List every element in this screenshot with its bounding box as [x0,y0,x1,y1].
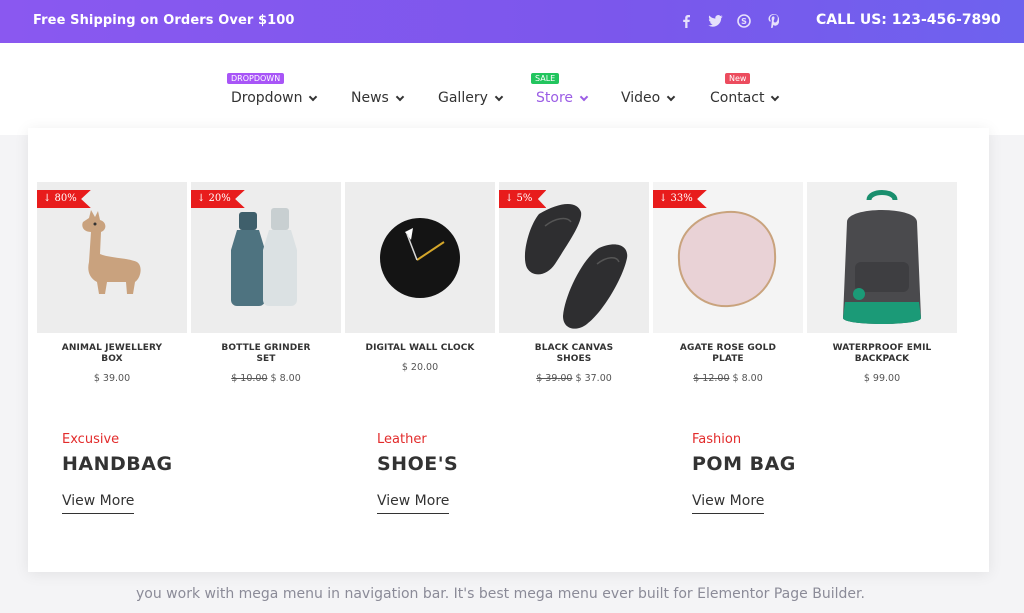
mega-menu-panel: ↓ 80% ANIMAL JEWELLERY BOX $ 39.00 ↓ 20% [28,128,989,572]
facebook-icon[interactable] [678,12,694,30]
product-image[interactable] [807,182,957,333]
product-name[interactable]: ANIMAL JEWELLERY BOX [37,343,187,365]
product-card[interactable]: ↓ 33% AGATE ROSE GOLD PLATE $ 12.00 $ 8.… [653,182,803,384]
product-image[interactable]: ↓ 80% [37,182,187,333]
nav-item-news[interactable]: News [351,90,405,106]
new-badge: New [725,73,751,84]
product-card[interactable]: ↓ 5% BLACK CANVAS SHOES $ 39.00 $ 37.00 [499,182,649,384]
promo-category: Fashion [692,432,742,447]
sale-badge: SALE [531,73,560,84]
current-price: $ 37.00 [575,373,612,384]
product-price: $ 39.00 $ 37.00 [499,373,649,384]
old-price: $ 10.00 [231,373,268,384]
nav-item-label: Dropdown [231,90,303,106]
main-navigation: DROPDOWN Dropdown News Gallery SALE Stor… [0,43,1024,135]
call-us-text: CALL US: 123-456-7890 [816,12,1001,28]
twitter-icon[interactable] [707,12,723,30]
product-price: $ 39.00 [37,373,187,384]
chevron-down-icon [309,92,318,101]
chevron-down-icon [666,92,676,101]
product-card[interactable]: DIGITAL WALL CLOCK $ 20.00 [345,182,495,384]
nav-item-video[interactable]: Video [621,90,676,106]
product-name[interactable]: BOTTLE GRINDER SET [191,343,341,365]
old-price: $ 12.00 [693,373,730,384]
view-more-link[interactable]: View More [62,493,135,514]
promo-handbag: Excusive HANDBAG View More [62,432,173,514]
view-more-link[interactable]: View More [377,493,450,514]
product-image[interactable]: ↓ 33% [653,182,803,333]
skype-icon[interactable]: S [736,12,752,30]
nav-item-label: Store [536,90,574,106]
dropdown-badge: DROPDOWN [227,73,285,84]
free-shipping-text: Free Shipping on Orders Over $100 [33,13,295,28]
nav-item-label: Video [621,90,661,106]
current-price: $ 8.00 [270,373,301,384]
top-bar: Free Shipping on Orders Over $100 S CALL… [0,0,1024,43]
chevron-down-icon [771,92,780,101]
nav-item-dropdown[interactable]: Dropdown [231,90,318,106]
nav-item-label: Gallery [438,90,488,106]
promo-category: Leather [377,432,427,447]
product-name[interactable]: AGATE ROSE GOLD PLATE [653,343,803,365]
product-price: $ 10.00 $ 8.00 [191,373,341,384]
nav-item-store[interactable]: Store [536,90,589,106]
chevron-down-icon [395,92,405,101]
product-name[interactable]: WATERPROOF EMIL BACKPACK [807,343,957,365]
svg-text:S: S [741,17,747,26]
product-card[interactable]: WATERPROOF EMIL BACKPACK $ 99.00 [807,182,957,384]
product-card[interactable]: ↓ 20% BOTTLE GRINDER SET $ 10.00 $ 8.00 [191,182,341,384]
nav-item-label: News [351,90,389,106]
product-card[interactable]: ↓ 80% ANIMAL JEWELLERY BOX $ 39.00 [37,182,187,384]
nav-item-gallery[interactable]: Gallery [438,90,504,106]
nav-item-label: Contact [710,90,765,106]
product-image[interactable]: ↓ 5% [499,182,649,333]
social-links: S [678,12,781,30]
old-price: $ 39.00 [536,373,573,384]
promo-shoes: Leather SHOE'S View More [377,432,458,514]
product-image[interactable] [345,182,495,333]
product-image[interactable]: ↓ 20% [191,182,341,333]
product-price: $ 99.00 [807,373,957,384]
wall-clock-image [380,218,460,298]
current-price: $ 20.00 [401,362,439,373]
backpack-image [843,190,921,324]
product-name[interactable]: DIGITAL WALL CLOCK [345,343,495,354]
current-price: $ 99.00 [863,373,901,384]
product-price: $ 20.00 [345,362,495,373]
promo-category: Excusive [62,432,120,447]
current-price: $ 8.00 [732,373,763,384]
promo-pom-bag: Fashion POM BAG View More [692,432,796,514]
chevron-down-icon [579,92,589,101]
product-name[interactable]: BLACK CANVAS SHOES [499,343,649,365]
promo-title: HANDBAG [62,453,173,475]
current-price: $ 39.00 [93,373,131,384]
promo-title: SHOE'S [377,453,459,475]
product-price: $ 12.00 $ 8.00 [653,373,803,384]
view-more-link[interactable]: View More [692,493,765,514]
pinterest-icon[interactable] [765,12,781,30]
promo-title: POM BAG [692,453,796,475]
nav-item-contact[interactable]: Contact [710,90,780,106]
page-body-text: you work with mega menu in navigation ba… [136,586,865,602]
chevron-down-icon [494,92,504,101]
product-list: ↓ 80% ANIMAL JEWELLERY BOX $ 39.00 ↓ 20% [37,182,957,384]
